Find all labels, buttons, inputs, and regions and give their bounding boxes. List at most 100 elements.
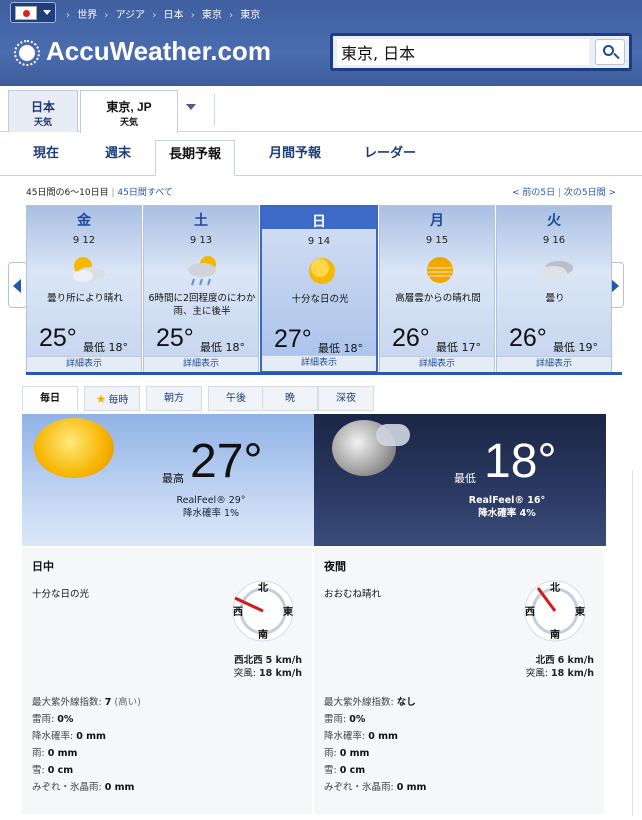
tab-japan-weather[interactable]: 日本 天気 <box>8 90 78 132</box>
section-heading: 夜間 <box>324 560 346 573</box>
detail-link[interactable]: 詳細表示 <box>497 356 611 372</box>
arrow-left-icon <box>13 279 21 293</box>
day-of-week: 金 <box>77 213 91 229</box>
thunder-label: 雷雨: <box>32 714 55 725</box>
day-of-week: 日 <box>312 214 326 230</box>
breadcrumb-item[interactable]: 世界 <box>77 10 97 21</box>
wind-info: 北西 6 km/h 突風: 18 km/h <box>474 654 594 680</box>
day-card[interactable]: 土 9 13 6時間に2回程度のにわか雨、主に後半 25° 最低 18° 詳細表… <box>143 205 259 373</box>
tab-label: 東京, JP <box>106 100 152 114</box>
ice-value: 0 mm <box>104 782 135 793</box>
detail-link[interactable]: 詳細表示 <box>144 356 258 372</box>
site-logo[interactable]: AccuWeather.com <box>46 36 271 67</box>
tab-sublabel: 天気 <box>119 117 138 127</box>
compass-icon: 北 南 東 西 <box>524 580 586 642</box>
low-temp-large: 18° <box>484 435 557 488</box>
uv-value: なし <box>396 697 416 708</box>
wind-info: 西北西 5 km/h 突風: 18 km/h <box>182 654 302 680</box>
snow-label: 雪: <box>32 765 45 776</box>
detail-link[interactable]: 詳細表示 <box>262 355 376 371</box>
detail-link[interactable]: 詳細表示 <box>380 356 494 372</box>
snow-value: 0 cm <box>339 765 366 776</box>
snow-label: 雪: <box>324 765 337 776</box>
all-45-days-link[interactable]: 45日間すべて <box>117 188 172 198</box>
day-card[interactable]: 火 9 16 曇り 26° 最低 19° 詳細表示 <box>496 205 612 373</box>
search-input[interactable] <box>337 39 589 65</box>
ice-value: 0 mm <box>396 782 427 793</box>
condition-phrase: おおむね晴れ <box>324 589 382 600</box>
day-summary-panel: 最高 27° RealFeel® 29° 降水確率 1% <box>22 414 314 546</box>
detail-link[interactable]: 詳細表示 <box>27 356 141 372</box>
tab-afternoon[interactable]: 午後 <box>208 386 264 411</box>
prev-5-days-link[interactable]: < 前の5日 <box>512 188 555 198</box>
high-label: 最高 <box>162 472 184 485</box>
tab-radar[interactable]: レーダー <box>355 140 425 176</box>
tab-weekend[interactable]: 週末 <box>92 140 144 176</box>
condition-text: 曇り所により晴れ <box>47 293 123 304</box>
search-box <box>330 33 632 71</box>
rain-label: 雨: <box>324 748 337 759</box>
forecast-nav-tabs: 現在 週末 長期予報 月間予報 レーダー <box>0 132 642 176</box>
condition-text: 曇り <box>545 293 565 304</box>
breadcrumb-item[interactable]: 東京 <box>240 10 260 21</box>
tab-label: 日本 <box>30 100 55 114</box>
night-summary-panel: 最低 18° RealFeel® 16° 降水確率 4% <box>314 414 606 546</box>
tab-morning[interactable]: 朝方 <box>146 386 202 411</box>
cloud-icon <box>376 424 410 446</box>
high-temp: 26° <box>509 324 547 352</box>
compass-south: 南 <box>550 628 560 641</box>
divider <box>26 372 622 375</box>
next-5-days-link[interactable]: 次の5日間 > <box>564 188 616 198</box>
tab-daily[interactable]: 毎日 <box>22 386 78 411</box>
compass-west: 西 <box>525 606 535 618</box>
tab-extended-forecast[interactable]: 長期予報 <box>155 140 235 176</box>
tab-overnight[interactable]: 深夜 <box>318 386 374 411</box>
day-date: 9 12 <box>72 235 96 246</box>
uv-note: (高い) <box>114 697 141 708</box>
night-details: 夜間 おおむね晴れ 北 南 東 西 北西 6 km/h 突風: 18 km/h … <box>314 548 604 814</box>
condition-phrase: 十分な日の光 <box>32 589 90 600</box>
wind-compass: 北 南 東 西 <box>510 578 588 644</box>
precip-value: 0 mm <box>76 731 106 742</box>
sun-logo-icon <box>14 40 40 66</box>
wind-compass: 北 南 東 西 <box>218 578 296 644</box>
day-date: 9 16 <box>542 235 566 246</box>
realfeel-value: RealFeel® 29° <box>176 495 246 506</box>
condition-text: 十分な日の光 <box>291 294 349 305</box>
compass-north: 北 <box>258 581 268 594</box>
divider <box>632 470 642 816</box>
prev-days-button[interactable] <box>8 262 28 308</box>
snow-value: 0 cm <box>47 765 74 776</box>
day-of-week: 土 <box>194 213 208 229</box>
tab-current[interactable]: 現在 <box>20 140 72 176</box>
five-day-forecast: 金 9 12 曇り所により晴れ 25° 最低 18° 詳細表示 土 9 13 6… <box>26 205 612 373</box>
country-selector-button[interactable] <box>10 2 56 23</box>
precip-value: 0 mm <box>368 731 398 742</box>
chevron-down-icon <box>43 10 51 15</box>
day-details: 日中 十分な日の光 北 南 東 西 西北西 5 km/h 突風: 18 km/h… <box>22 548 312 814</box>
tab-monthly[interactable]: 月間予報 <box>252 140 338 176</box>
uv-label: 最大紫外線指数: <box>324 697 394 708</box>
thunder-value: 0% <box>57 714 74 725</box>
tab-evening[interactable]: 晩 <box>262 386 318 411</box>
breadcrumb-item[interactable]: 東京 <box>202 10 222 21</box>
low-label: 最低 <box>454 472 476 485</box>
location-menu-chevron-icon[interactable] <box>186 104 196 110</box>
precip-label: 降水確率: <box>32 731 74 742</box>
rain-value: 0 mm <box>47 748 78 759</box>
breadcrumb: › 世界 › アジア › 日本 › 東京 › 東京 <box>66 10 261 21</box>
section-heading: 日中 <box>32 560 54 573</box>
day-card[interactable]: 金 9 12 曇り所により晴れ 25° 最低 18° 詳細表示 <box>26 205 142 373</box>
low-temp: 最低 18° <box>318 342 363 355</box>
condition-text: 高層雲からの晴れ間 <box>395 293 481 304</box>
gust-speed: 18 km/h <box>551 668 594 679</box>
breadcrumb-item[interactable]: 日本 <box>164 10 184 21</box>
day-date: 9 14 <box>307 236 331 247</box>
tab-tokyo-weather[interactable]: 東京, JP 天気 <box>80 90 178 133</box>
breadcrumb-item[interactable]: アジア <box>116 10 146 21</box>
day-card-selected[interactable]: 日 9 14 十分な日の光 27° 最低 18° 詳細表示 <box>260 205 378 373</box>
day-card[interactable]: 月 9 15 高層雲からの晴れ間 26° 最低 17° 詳細表示 <box>379 205 495 373</box>
search-button[interactable] <box>595 39 625 65</box>
tab-sublabel: 天気 <box>33 117 52 127</box>
tab-hourly[interactable]: ★ 毎時 <box>84 386 140 411</box>
